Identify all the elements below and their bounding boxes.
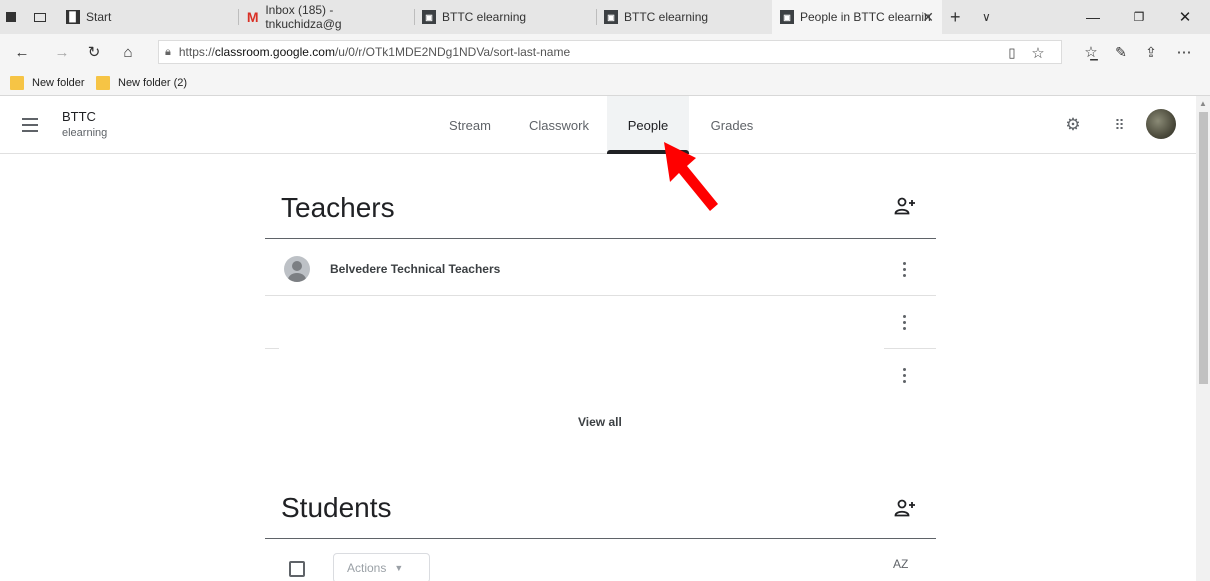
tab-label: People in BTTC elearnin <box>800 10 931 24</box>
caret-down-icon: ▼ <box>394 563 404 573</box>
classroom-icon: ▣ <box>422 10 436 24</box>
favorites-icon[interactable]: ☆̲ <box>1075 34 1107 70</box>
favorite-folder[interactable]: New folder (2) <box>96 70 187 96</box>
tab-label: BTTC elearning <box>442 10 527 24</box>
more-options-icon[interactable] <box>896 258 912 280</box>
favorite-label: New folder <box>32 77 85 89</box>
tab-label: BTTC elearning <box>624 10 709 24</box>
close-tab-icon[interactable]: ✕ <box>922 9 934 26</box>
teacher-name: Belvedere Technical Teachers <box>330 262 501 276</box>
refresh-icon[interactable]: ↻ <box>78 34 110 70</box>
favorites-bar: New folder New folder (2) <box>0 70 1210 96</box>
browser-tab-bar: ▉ Start M Inbox (185) - tnkuchidza@g ▣ B… <box>0 0 1210 34</box>
view-all-link[interactable]: View all <box>578 415 622 429</box>
tab-people[interactable]: ▣ People in BTTC elearnin ✕ <box>772 0 942 34</box>
apps-grid-icon[interactable]: ⠿ <box>1106 112 1132 138</box>
actions-label: Actions <box>347 561 387 575</box>
new-tab-icon[interactable]: + <box>950 0 970 34</box>
actions-dropdown[interactable]: Actions ▼ <box>333 553 430 581</box>
select-all-checkbox[interactable] <box>289 561 305 577</box>
avatar[interactable] <box>1146 109 1176 139</box>
restore-icon[interactable]: ❐ <box>1116 0 1162 34</box>
tab-actions-icon[interactable] <box>6 0 28 34</box>
more-options-icon[interactable] <box>896 311 912 333</box>
teachers-divider <box>265 238 936 239</box>
class-section: elearning <box>62 127 108 139</box>
favorite-label: New folder (2) <box>118 77 188 89</box>
url-input[interactable]: 🔒︎ https://classroom.google.com/u/0/r/OT… <box>158 40 1062 64</box>
scrollbar-thumb[interactable] <box>1199 112 1208 384</box>
tab-bttc-1[interactable]: ▣ BTTC elearning <box>422 0 592 34</box>
classroom-icon: ▣ <box>780 10 794 24</box>
tab-preview-chevron-icon[interactable]: ∨ <box>982 0 1000 34</box>
class-name[interactable]: BTTC <box>62 109 96 124</box>
minimize-icon[interactable]: — <box>1070 0 1116 34</box>
star-icon[interactable]: ☆ <box>1027 41 1049 65</box>
teachers-heading: Teachers <box>281 192 395 223</box>
invite-teacher-icon[interactable] <box>893 194 917 218</box>
folder-icon <box>96 76 110 90</box>
person-avatar-icon <box>284 256 310 282</box>
settings-gear-icon[interactable]: ⚙ <box>1060 112 1086 138</box>
tab-label: Classwork <box>529 117 589 133</box>
tab-label: Grades <box>710 117 754 133</box>
tab-label: People <box>627 117 669 133</box>
pen-icon[interactable]: ✎ <box>1105 34 1137 70</box>
row-divider <box>265 295 936 296</box>
students-divider <box>265 538 936 539</box>
students-heading: Students <box>281 492 392 523</box>
browser-address-bar: ← → ↻ ⌂ 🔒︎ https://classroom.google.com/… <box>0 34 1210 70</box>
more-options-icon[interactable] <box>896 364 912 386</box>
share-icon[interactable]: ⇪ <box>1135 34 1167 70</box>
back-icon[interactable]: ← <box>6 34 38 70</box>
main-menu-icon[interactable] <box>22 113 46 137</box>
url-text: https://classroom.google.com/u/0/r/OTk1M… <box>178 45 571 59</box>
tab-bttc-2[interactable]: ▣ BTTC elearning <box>604 0 764 34</box>
classroom-icon: ▣ <box>604 10 618 24</box>
red-arrow-annotation-icon <box>664 142 718 211</box>
favorite-folder[interactable]: New folder <box>10 70 85 96</box>
forward-icon[interactable]: → <box>46 34 78 70</box>
more-icon[interactable]: ⋯ <box>1168 34 1200 70</box>
tab-label: Start <box>86 10 112 24</box>
tab-label: Stream <box>449 117 491 133</box>
folder-icon <box>10 76 24 90</box>
classroom-header: BTTC elearning Stream Classwork People G… <box>0 96 1196 154</box>
lock-icon: 🔒︎ <box>165 45 171 58</box>
gmail-icon: M <box>246 9 259 25</box>
scroll-up-icon[interactable]: ▲ <box>1196 96 1210 110</box>
tab-stream[interactable]: Stream <box>429 96 511 154</box>
row-divider <box>265 348 279 349</box>
close-window-icon[interactable]: ✕ <box>1162 0 1208 34</box>
tab-start[interactable]: ▉ Start <box>66 0 236 34</box>
tab-classwork[interactable]: Classwork <box>514 96 604 154</box>
home-icon[interactable]: ⌂ <box>112 34 144 70</box>
tab-inbox[interactable]: M Inbox (185) - tnkuchidza@g <box>246 0 406 34</box>
tab-label: Inbox (185) - tnkuchidza@g <box>265 3 342 31</box>
set-tabs-aside-icon[interactable] <box>34 0 56 34</box>
invite-student-icon[interactable] <box>893 496 917 520</box>
sort-label: AZ <box>893 557 909 571</box>
row-divider <box>884 348 936 349</box>
start-icon: ▉ <box>66 10 80 24</box>
sort-az-icon[interactable]: AZ <box>893 557 908 571</box>
reading-view-icon[interactable]: ▯ <box>1001 41 1023 65</box>
